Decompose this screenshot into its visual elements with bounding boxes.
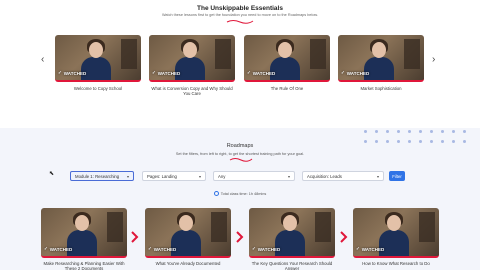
check-icon: ✓ <box>44 246 48 251</box>
video-thumbnail[interactable]: ✓ WATCHED <box>249 208 335 258</box>
squiggle-decoration <box>226 20 254 24</box>
watched-badge: ✓ WATCHED <box>356 246 385 252</box>
total-class-time: Total class time: 1h 48mins <box>0 191 480 196</box>
squiggle-decoration <box>229 158 253 162</box>
chevron-right-icon <box>131 231 139 243</box>
roadmap-video-card[interactable]: ✓ WATCHED Make Researching & Planning Eas… <box>41 208 127 270</box>
check-icon: ✓ <box>341 70 345 75</box>
roadmaps-title: Roadmaps <box>226 143 254 149</box>
chevron-right-icon <box>236 231 244 243</box>
check-icon: ✓ <box>247 70 251 75</box>
check-icon: ✓ <box>58 70 62 75</box>
roadmap-video-card[interactable]: ✓ WATCHED The Key Questions Your Research… <box>249 208 335 270</box>
video-thumbnail[interactable]: ✓ WATCHED <box>145 208 231 258</box>
any-filter-select[interactable]: Any ▾ <box>213 171 295 181</box>
watched-badge: ✓ WATCHED <box>148 246 177 252</box>
clock-icon <box>213 191 219 196</box>
video-title[interactable]: The Key Questions Your Research Should A… <box>249 261 335 270</box>
essentials-subtitle: Watch these lessons first to get the fou… <box>161 13 319 17</box>
essentials-video-card[interactable]: ✓ WATCHED The Rule Of One <box>244 35 330 91</box>
watched-badge: ✓ WATCHED <box>58 70 87 76</box>
watched-badge: ✓ WATCHED <box>252 246 281 252</box>
chevron-right-icon <box>340 231 348 243</box>
video-thumbnail[interactable]: ✓ WATCHED <box>55 35 141 82</box>
video-title[interactable]: The Rule Of One <box>244 86 330 91</box>
watched-badge: ✓ WATCHED <box>341 70 370 76</box>
video-title[interactable]: Market Sophistication <box>338 86 424 91</box>
essentials-section: The Unskippable Essentials Watch these l… <box>0 0 480 128</box>
chevron-down-icon: ▾ <box>376 173 379 179</box>
video-title[interactable]: What You've Already Documented <box>145 261 231 266</box>
chevron-left-icon[interactable]: ‹ <box>41 55 44 65</box>
video-title[interactable]: What is Conversion Copy and Why Should Y… <box>149 86 235 96</box>
check-icon: ✓ <box>356 246 360 251</box>
video-thumbnail[interactable]: ✓ WATCHED <box>244 35 330 82</box>
video-thumbnail[interactable]: ✓ WATCHED <box>41 208 127 258</box>
essentials-video-card[interactable]: ✓ WATCHED What is Conversion Copy and Why… <box>149 35 235 96</box>
watched-badge: ✓ WATCHED <box>44 246 73 252</box>
video-title[interactable]: Welcome to Copy School <box>55 86 141 91</box>
pages-filter-select[interactable]: Pages: Landing ▾ <box>142 171 206 181</box>
module-filter-select[interactable]: Module 1: Researching ▾ <box>70 171 134 181</box>
check-icon: ✓ <box>152 70 156 75</box>
mouse-cursor-icon: ⬉ <box>49 171 55 177</box>
watched-badge: ✓ WATCHED <box>152 70 181 76</box>
roadmap-video-card[interactable]: ✓ WATCHED How to Know What Research to Do <box>353 208 439 266</box>
chevron-down-icon: ▾ <box>198 173 201 179</box>
essentials-video-card[interactable]: ✓ WATCHED Welcome to Copy School <box>55 35 141 91</box>
chevron-right-icon[interactable]: › <box>432 55 435 65</box>
video-title[interactable]: How to Know What Research to Do <box>353 261 439 266</box>
roadmap-video-card[interactable]: ✓ WATCHED What You've Already Documented <box>145 208 231 266</box>
watched-badge: ✓ WATCHED <box>247 70 276 76</box>
filter-button[interactable]: Filter <box>389 171 405 181</box>
essentials-video-card[interactable]: ✓ WATCHED Market Sophistication <box>338 35 424 91</box>
chevron-down-icon: ▾ <box>287 173 290 179</box>
roadmaps-subtitle: Set the filters, from left to right, to … <box>175 152 305 156</box>
check-icon: ✓ <box>252 246 256 251</box>
essentials-title: The Unskippable Essentials <box>197 5 283 12</box>
video-thumbnail[interactable]: ✓ WATCHED <box>149 35 235 82</box>
check-icon: ✓ <box>148 246 152 251</box>
video-title[interactable]: Make Researching & Planning Easier With … <box>41 261 127 270</box>
acquisition-filter-select[interactable]: Acquisition: Leads ▾ <box>302 171 384 181</box>
video-thumbnail[interactable]: ✓ WATCHED <box>338 35 424 82</box>
chevron-down-icon: ▾ <box>126 173 129 179</box>
video-thumbnail[interactable]: ✓ WATCHED <box>353 208 439 258</box>
